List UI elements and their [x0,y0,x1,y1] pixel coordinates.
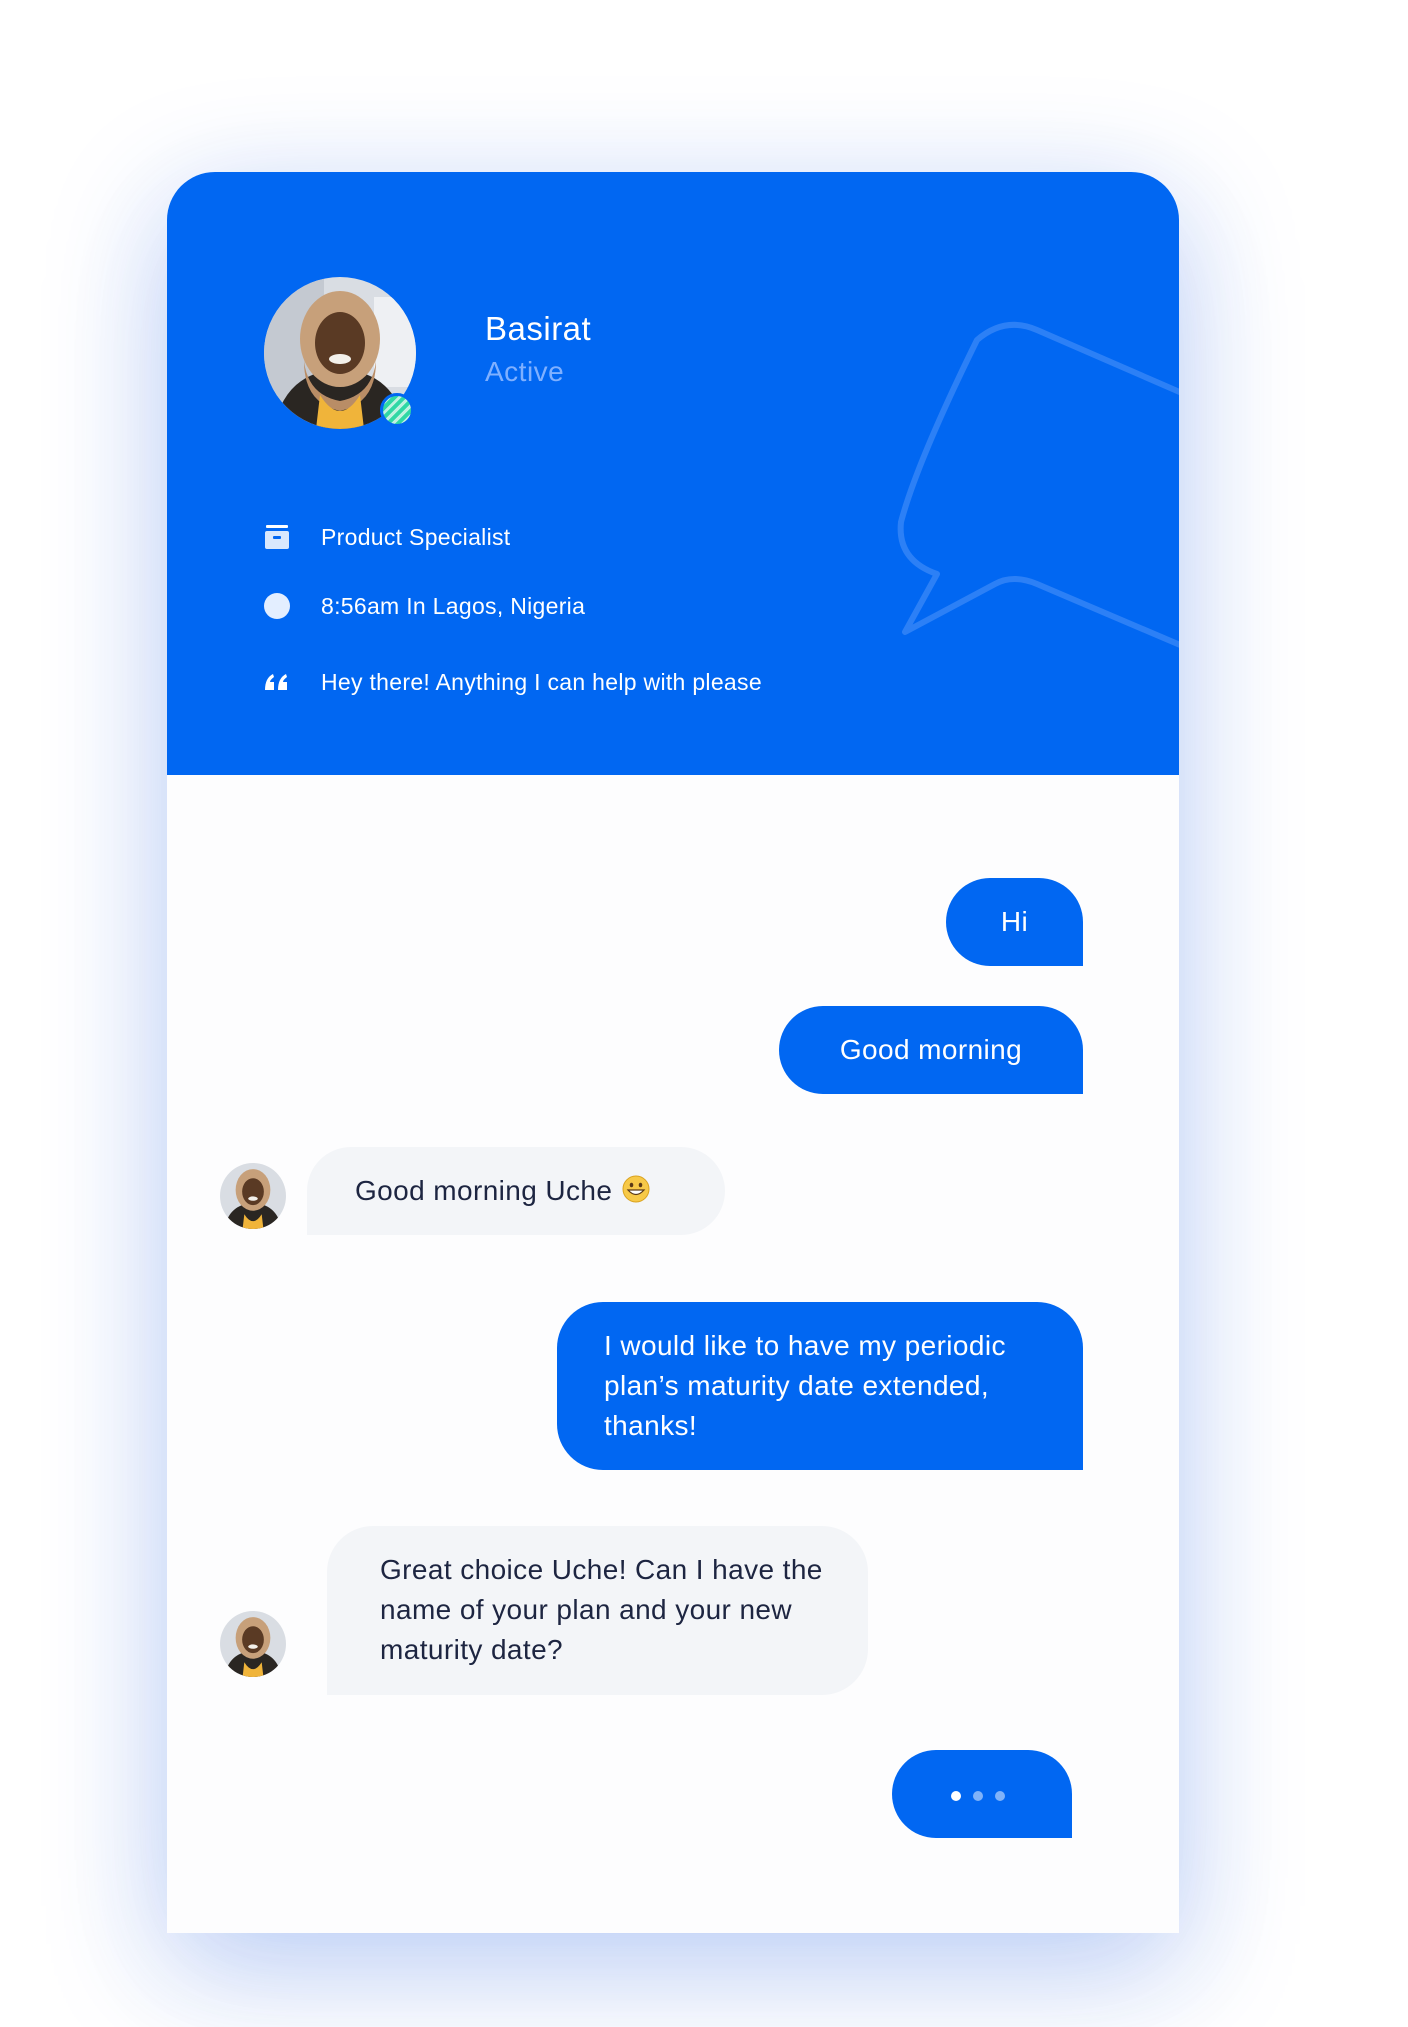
chat-preview-page: Basirat Active Product Specialist 8:56am… [0,0,1408,2027]
briefcase-icon [262,522,292,552]
message-line: I would like to have my periodic [604,1330,1006,1361]
message-incoming[interactable]: Great choice Uche! Can I have the name o… [327,1526,868,1695]
typing-dot [973,1791,983,1801]
chat-bubble-watermark-icon [897,321,1179,648]
agent-profile-header: Basirat Active Product Specialist 8:56am… [167,172,1179,775]
agent-name: Basirat [485,310,592,347]
message-line: name of your plan and your new [380,1594,793,1625]
agent-status: Active [485,356,565,387]
agent-avatar-small [220,1611,286,1677]
online-status-indicator [380,393,414,427]
grinning-face-icon [622,1175,650,1203]
agent-avatar[interactable] [264,277,416,429]
message-outgoing[interactable]: I would like to have my periodic plan’s … [557,1302,1083,1470]
agent-greeting: Hey there! Anything I can help with plea… [321,668,762,695]
message-line: maturity date? [380,1634,564,1665]
agent-time-row: 8:56am In Lagos, Nigeria [262,586,585,626]
agent-role-row: Product Specialist [262,517,511,557]
message-line: Great choice Uche! Can I have the [380,1554,823,1585]
agent-greeting-row: Hey there! Anything I can help with plea… [262,662,762,702]
quote-icon [262,667,292,697]
agent-role: Product Specialist [321,523,511,550]
message-line: thanks! [604,1410,698,1441]
agent-photo [220,1163,286,1229]
message-text: Good morning [839,1034,1023,1065]
typing-indicator [892,1750,1072,1838]
message-incoming[interactable]: Good morning Uche [307,1147,725,1235]
message-line: plan’s maturity date extended, [604,1370,990,1401]
typing-dot [995,1791,1005,1801]
message-outgoing[interactable]: Hi [946,878,1083,966]
chat-card: Basirat Active Product Specialist 8:56am… [167,172,1179,1933]
clock-icon [262,591,292,621]
typing-dot [951,1791,961,1801]
agent-photo [220,1611,286,1677]
message-text: Good morning Uche [355,1175,613,1206]
message-outgoing[interactable]: Good morning [779,1006,1083,1094]
message-text: Hi [1000,906,1029,937]
agent-local-time: 8:56am In Lagos, Nigeria [321,592,586,619]
agent-avatar-small [220,1163,286,1229]
